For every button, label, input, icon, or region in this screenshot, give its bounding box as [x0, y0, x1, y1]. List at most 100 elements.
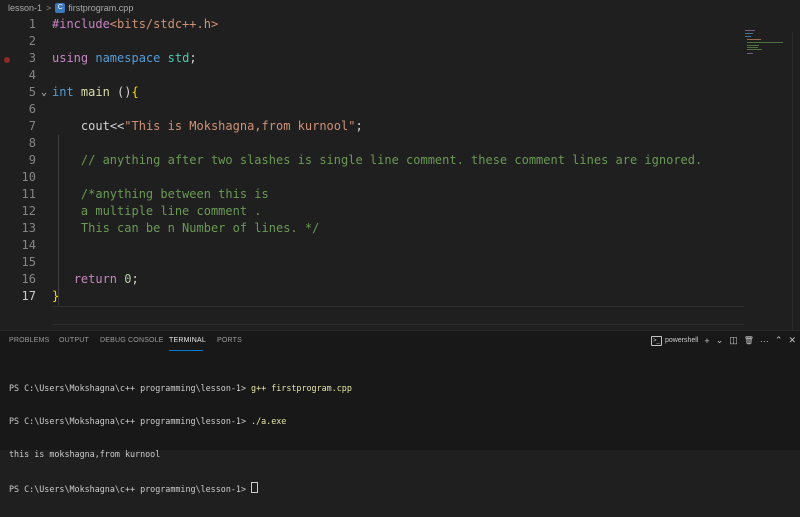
cpp-file-icon: C — [55, 3, 66, 13]
breadcrumb-folder[interactable]: lesson-1 — [8, 3, 42, 13]
line-number: 6 — [28, 102, 36, 116]
minimap[interactable] — [745, 30, 785, 60]
code-line[interactable]: 10 — [0, 169, 745, 186]
maximize-panel-button[interactable]: ⌃ — [775, 335, 783, 346]
line-number: 14 — [21, 238, 36, 252]
code-token: return — [73, 272, 118, 286]
minimap-line — [747, 49, 762, 50]
code-editor[interactable]: 1 #include<bits/stdc++.h> 2 3 using name… — [0, 16, 800, 346]
code-line[interactable]: 6 — [0, 101, 745, 118]
current-line-highlight — [52, 306, 744, 325]
line-number: 11 — [21, 187, 36, 201]
code-token: ; — [189, 51, 197, 65]
tab-terminal[interactable]: TERMINAL — [169, 337, 206, 344]
code-line[interactable]: 14 — [0, 237, 745, 254]
breadcrumb-file[interactable]: firstprogram.cpp — [68, 3, 133, 13]
code-line[interactable]: 2 — [0, 33, 745, 50]
terminal-prompt: PS C:\Users\Mokshagna\c++ programming\le… — [9, 383, 252, 393]
line-number: 5 — [28, 85, 36, 99]
terminal-toolbar: >_ powershell + ⌄ ◫ 🗑 ··· ⌃ ✕ — [650, 335, 796, 346]
add-terminal-button[interactable]: + — [704, 336, 709, 346]
code-comment: // anything after two slashes is single … — [80, 153, 703, 167]
code-comment: This can be n Number of lines. */ — [80, 221, 320, 235]
terminal-command: g++ firstprogram.cpp — [251, 383, 352, 393]
code-line[interactable]: 1 #include<bits/stdc++.h> — [0, 16, 745, 33]
minimap-line — [747, 53, 753, 54]
shell-label: powershell — [664, 337, 699, 344]
split-terminal-button[interactable]: ◫ — [729, 335, 738, 346]
line-number: 13 — [21, 221, 36, 235]
line-number: 7 — [28, 119, 36, 133]
close-panel-button[interactable]: ✕ — [788, 335, 796, 346]
bottom-panel: PROBLEMS OUTPUT DEBUG CONSOLE TERMINAL P… — [0, 330, 800, 494]
terminal-command: ./a.exe — [251, 416, 287, 426]
code-token: } — [52, 289, 60, 303]
code-comment: a multiple line comment . — [80, 204, 262, 218]
minimap-line — [747, 42, 783, 43]
code-token: using — [52, 51, 89, 65]
terminal-selector[interactable]: >_ powershell — [650, 335, 699, 346]
tab-problems[interactable]: PROBLEMS — [9, 337, 50, 344]
code-token: ; — [355, 119, 363, 133]
terminal-line: PS C:\Users\Mokshagna\c++ programming\le… — [9, 482, 352, 495]
code-token: () — [109, 85, 132, 99]
minimap-line — [747, 47, 758, 48]
tab-debug-console[interactable]: DEBUG CONSOLE — [100, 337, 164, 344]
trash-icon[interactable]: 🗑 — [744, 336, 754, 345]
code-token: #include — [52, 17, 110, 31]
code-token: std — [167, 51, 190, 65]
code-token: cout — [80, 119, 110, 133]
code-line[interactable]: 13 This can be n Number of lines. */ — [0, 220, 745, 237]
more-actions-button[interactable]: ··· — [760, 336, 769, 346]
code-line[interactable]: 3 using namespace std; — [0, 50, 745, 67]
code-line[interactable]: 15 — [0, 254, 745, 271]
code-comment: /*anything between this is — [80, 187, 269, 201]
code-line[interactable]: 4 — [0, 67, 745, 84]
chevron-down-icon[interactable]: ⌄ — [41, 84, 47, 101]
code-line[interactable]: 7 cout<<"This is Mokshagna,from kurnool"… — [0, 118, 745, 135]
minimap-line — [747, 39, 761, 40]
tab-ports[interactable]: PORTS — [217, 337, 242, 344]
terminal-program-output: this is mokshagna,from kurnool — [9, 449, 161, 459]
terminal-cursor — [251, 482, 259, 493]
breadcrumb: lesson-1 > C firstprogram.cpp — [0, 0, 800, 16]
line-number: 17 — [21, 289, 36, 303]
code-line[interactable]: 12 a multiple line comment . — [0, 203, 745, 220]
code-token: int — [52, 85, 74, 99]
code-token: ; — [131, 272, 139, 286]
chevron-down-icon[interactable]: ⌄ — [716, 335, 724, 346]
code-line[interactable]: 5 ⌄ int main (){ — [0, 84, 745, 101]
minimap-line — [745, 30, 755, 31]
minimap-line — [745, 33, 753, 34]
terminal-icon: >_ — [650, 335, 662, 346]
panel-tabs: PROBLEMS OUTPUT DEBUG CONSOLE TERMINAL P… — [0, 331, 800, 353]
line-number: 2 — [28, 34, 36, 48]
overview-ruler[interactable] — [792, 32, 800, 346]
line-number: 16 — [21, 272, 36, 286]
line-number: 10 — [21, 170, 36, 184]
code-line[interactable]: 16 return 0; — [0, 271, 745, 288]
code-token: "This is Mokshagna,from kurnool" — [124, 119, 356, 133]
terminal-line: PS C:\Users\Mokshagna\c++ programming\le… — [9, 416, 352, 427]
code-line[interactable]: 17 } — [0, 288, 745, 305]
code-line[interactable]: 11 /*anything between this is — [0, 186, 745, 203]
terminal-line: PS C:\Users\Mokshagna\c++ programming\le… — [9, 383, 352, 394]
line-number: 3 — [28, 51, 36, 65]
terminal-output[interactable]: PS C:\Users\Mokshagna\c++ programming\le… — [9, 361, 352, 517]
active-tab-indicator — [169, 350, 203, 351]
code-line[interactable]: 8 — [0, 135, 745, 152]
line-number: 15 — [21, 255, 36, 269]
line-number: 12 — [21, 204, 36, 218]
tab-output[interactable]: OUTPUT — [59, 337, 89, 344]
line-number: 1 — [28, 17, 36, 31]
code-token: namespace — [95, 51, 161, 65]
terminal-prompt: PS C:\Users\Mokshagna\c++ programming\le… — [9, 484, 252, 494]
code-token: <bits/stdc++.h> — [109, 17, 219, 31]
code-line[interactable]: 9 // anything after two slashes is singl… — [0, 152, 745, 169]
code-token: << — [109, 119, 125, 133]
terminal-prompt: PS C:\Users\Mokshagna\c++ programming\le… — [9, 416, 252, 426]
code-token: main — [80, 85, 110, 99]
terminal-line: this is mokshagna,from kurnool — [9, 449, 352, 460]
code-token: { — [131, 85, 139, 99]
line-number: 4 — [28, 68, 36, 82]
